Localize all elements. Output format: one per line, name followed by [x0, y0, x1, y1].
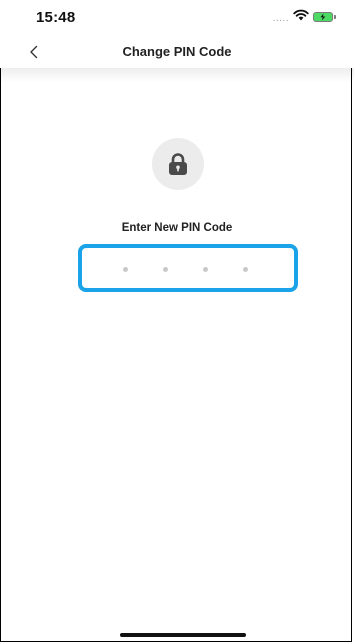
status-bar: 15:48 .....	[0, 0, 354, 36]
battery-charging-icon	[313, 12, 336, 22]
pin-input[interactable]	[78, 244, 298, 292]
pin-digit-dot	[243, 267, 248, 272]
pin-digit-dot	[203, 267, 208, 272]
signal-dots: .....	[272, 12, 289, 24]
page-title: Change PIN Code	[122, 44, 232, 59]
nav-divider	[0, 68, 354, 82]
pin-prompt-label: Enter New PIN Code	[121, 222, 233, 234]
status-indicators: .....	[273, 8, 336, 26]
navigation-bar: Change PIN Code	[0, 36, 354, 68]
screen-frame	[0, 0, 352, 642]
wifi-icon	[293, 8, 309, 26]
status-time: 15:48	[36, 9, 76, 26]
home-indicator	[120, 633, 246, 637]
pin-digit-dot	[123, 267, 128, 272]
lock-badge	[152, 138, 204, 190]
lock-icon	[169, 153, 187, 175]
pin-digit-dot	[163, 267, 168, 272]
